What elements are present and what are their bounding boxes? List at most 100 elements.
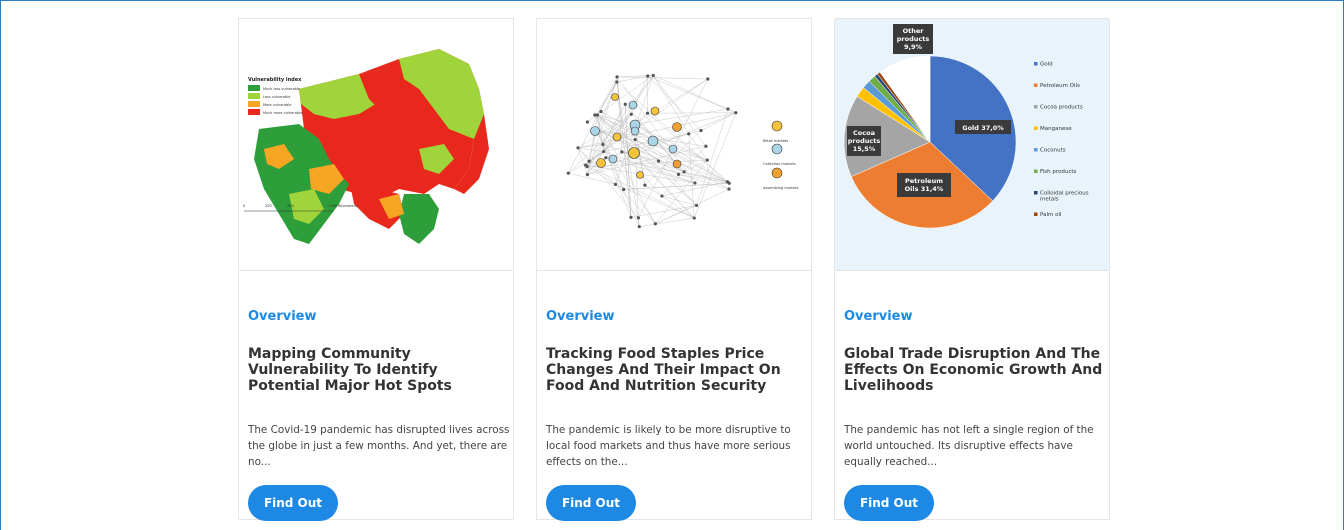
network-edge	[617, 76, 708, 80]
card-global-trade: Gold 37,0% Petroleum Oils 31,4% Cocoa prod…	[834, 18, 1110, 521]
map-legend-title: Vulnerability index	[248, 77, 302, 83]
network-node	[706, 77, 710, 81]
network-node	[602, 149, 606, 154]
pie-legend-item: Manganese	[1040, 126, 1072, 132]
network-edge	[630, 205, 697, 218]
map-legend-swatch	[248, 93, 260, 99]
map-legend-swatch	[248, 85, 260, 91]
card-vulnerability: Vulnerability index Much less vulnerable…	[238, 18, 514, 521]
pie-legend-item: Cocoa products	[1040, 105, 1083, 111]
map-scale-label: 250	[265, 204, 272, 208]
network-nodes	[566, 73, 738, 229]
network-edge	[700, 112, 736, 131]
network-node	[699, 128, 703, 133]
network-edge	[635, 139, 730, 190]
network-market-node	[608, 154, 618, 164]
network-node	[576, 146, 580, 150]
pie-legend-swatch	[1034, 169, 1038, 173]
map-legend-swatch	[248, 101, 260, 107]
network-node	[646, 74, 650, 78]
network-node	[693, 181, 697, 185]
network-node	[656, 159, 661, 163]
network-node	[692, 216, 696, 220]
card-description: The Covid-19 pandemic has disrupted live…	[248, 424, 510, 468]
map-scale-label: 500	[287, 204, 294, 208]
export-pie-image: Gold 37,0% Petroleum Oils 31,4% Cocoa prod…	[835, 19, 1109, 271]
network-node	[636, 216, 640, 220]
map-legend-item: Much less vulnerable	[263, 87, 300, 91]
network-node	[599, 109, 603, 114]
network-edges	[568, 75, 736, 227]
pie-legend-swatch	[1034, 83, 1038, 87]
network-node	[585, 165, 589, 169]
network-edge	[577, 147, 588, 175]
network-node	[587, 159, 591, 163]
network-node	[651, 73, 655, 78]
market-network-image: Retail markets Collection markets Assemb…	[537, 19, 811, 271]
network-node	[704, 144, 708, 148]
find-out-button[interactable]: Find Out	[546, 485, 636, 521]
network-legend-item: Assembling markets	[763, 186, 799, 190]
network-legend-marker	[771, 143, 783, 155]
network-node	[727, 187, 731, 191]
card-description: The pandemic has not left a single regio…	[844, 424, 1094, 468]
map-legend-item: Less vulnerable	[263, 95, 290, 99]
network-node	[645, 111, 650, 115]
pie-legend-swatch	[1034, 126, 1038, 130]
network-graph: Retail markets Collection markets Assemb…	[566, 73, 799, 229]
network-edge	[568, 172, 616, 185]
network-node	[613, 182, 618, 186]
network-market-node	[636, 171, 644, 179]
network-node	[601, 142, 605, 146]
map-legend-item: More vulnerable	[263, 103, 291, 107]
map-region-south-2	[399, 194, 439, 244]
network-market-node	[630, 126, 640, 136]
network-edge	[577, 147, 604, 152]
card-description: The pandemic is likely to be more disrup…	[546, 424, 791, 468]
network-edge	[586, 166, 624, 190]
export-pie-chart: Gold 37,0% Petroleum Oils 31,4% Cocoa prod…	[843, 24, 1089, 229]
map-scale-label: 1 000 Kilometers	[327, 204, 357, 208]
network-edge	[577, 114, 632, 149]
card-title: Global Trade Disruption And The Effects …	[844, 346, 1103, 394]
find-out-button[interactable]: Find Out	[248, 485, 338, 521]
network-edge	[596, 129, 632, 218]
card-overview-label: Overview	[546, 309, 615, 324]
network-node	[620, 150, 624, 154]
network-node	[566, 171, 570, 175]
network-market-node	[611, 93, 619, 101]
pie-legend-item: Fish products	[1040, 169, 1077, 175]
vulnerability-map-image: Vulnerability index Much less vulnerable…	[239, 19, 513, 271]
network-legend-item: Collection markets	[763, 162, 796, 166]
map-legend-item: Much more vulnerable	[263, 111, 302, 115]
card-overview-label: Overview	[844, 309, 913, 324]
find-out-button[interactable]: Find Out	[844, 485, 934, 521]
pie-legend-swatch	[1034, 62, 1038, 66]
network-node	[633, 137, 637, 142]
network-market-node	[628, 147, 640, 159]
card-title: Tracking Food Staples Price Changes And …	[546, 346, 781, 394]
network-edge	[639, 217, 695, 227]
network-node	[727, 181, 731, 185]
pie-legend-swatch	[1034, 148, 1038, 152]
network-market-node	[672, 159, 682, 169]
pie-legend-swatch	[1034, 191, 1038, 195]
network-node	[637, 225, 641, 229]
network-node	[682, 170, 686, 174]
network-edge	[616, 76, 632, 218]
network-node	[694, 203, 699, 208]
pie-legend-swatch	[1034, 105, 1038, 109]
network-node	[687, 132, 691, 136]
network-node	[643, 183, 647, 187]
network-node	[653, 222, 657, 226]
network-node	[615, 80, 619, 84]
network-node	[585, 173, 590, 177]
network-node	[629, 112, 633, 116]
network-legend-item: Retail markets	[763, 139, 788, 143]
map-legend-swatch	[248, 109, 260, 115]
network-node	[623, 102, 627, 106]
network-market-node	[668, 144, 678, 154]
pie-legend-item: Colloidal precious metals	[1040, 191, 1089, 203]
network-market-node	[590, 126, 600, 136]
card-food-staples: Retail markets Collection markets Assemb…	[536, 18, 812, 521]
